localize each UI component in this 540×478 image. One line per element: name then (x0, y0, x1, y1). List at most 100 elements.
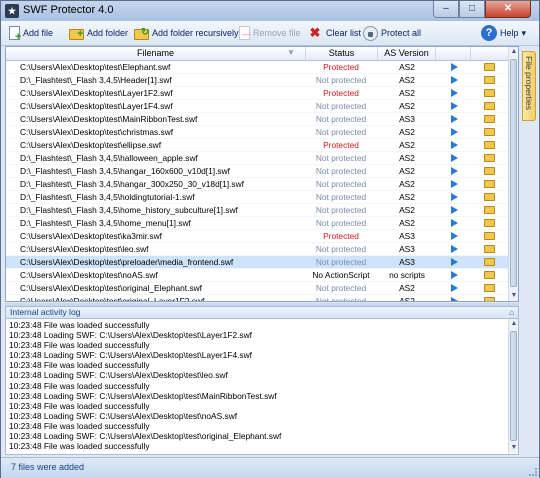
open-folder-icon[interactable] (484, 180, 495, 188)
table-row[interactable]: C:\Users\Alex\Desktop\test\preloader\med… (6, 256, 508, 269)
play-icon[interactable] (451, 245, 458, 253)
open-folder-icon[interactable] (484, 258, 495, 266)
play-icon[interactable] (451, 89, 458, 97)
as-version-cell: AS2 (399, 75, 415, 85)
play-icon[interactable] (451, 102, 458, 110)
table-row[interactable]: C:\Users\Alex\Desktop\test\original_Laye… (6, 295, 508, 301)
protect-all-button[interactable]: Protect all (363, 24, 421, 42)
title-bar[interactable]: ★ SWF Protector 4.0 – □ ✕ (1, 1, 539, 22)
log-scrollbar[interactable]: ▲ ▼ (508, 319, 518, 453)
open-folder-icon[interactable] (484, 115, 495, 123)
open-folder-icon[interactable] (484, 128, 495, 136)
activity-log[interactable]: 10:23:48 File was loaded successfully 10:… (5, 319, 519, 455)
table-row[interactable]: D:\_Flashtest\_Flash 3,4,5\home_menu[1].… (6, 217, 508, 230)
open-folder-icon[interactable] (484, 284, 495, 292)
scroll-up-arrow-icon[interactable]: ▲ (509, 47, 518, 57)
table-row[interactable]: C:\Users\Alex\Desktop\test\noAS.swf No Ac… (6, 269, 508, 282)
add-folder-label: Add folder (87, 28, 129, 38)
play-icon[interactable] (451, 141, 458, 149)
column-header-status[interactable]: Status (306, 47, 378, 60)
open-folder-icon[interactable] (484, 63, 495, 71)
table-row[interactable]: C:\Users\Alex\Desktop\test\Layer1F4.swf N… (6, 100, 508, 113)
open-folder-icon[interactable] (484, 206, 495, 214)
table-row[interactable]: D:\_Flashtest\_Flash 3,4,5\home_history_… (6, 204, 508, 217)
play-icon[interactable] (451, 271, 458, 279)
clear-list-button[interactable]: ✖ Clear list (307, 24, 361, 42)
help-label: Help (500, 28, 519, 38)
filename-cell: D:\_Flashtest\_Flash 3,4,5\home_history_… (20, 205, 238, 215)
table-row[interactable]: C:\Users\Alex\Desktop\test\christmas.swf… (6, 126, 508, 139)
as-version-cell: AS2 (399, 62, 415, 72)
table-row[interactable]: C:\Users\Alex\Desktop\test\Elephant.swf P… (6, 61, 508, 74)
play-icon[interactable] (451, 297, 458, 301)
maximize-button[interactable]: □ (459, 1, 485, 18)
scroll-down-arrow-icon[interactable]: ▼ (509, 291, 518, 301)
play-icon[interactable] (451, 128, 458, 136)
remove-file-button[interactable]: Remove file (239, 24, 301, 42)
status-bar: 7 files were added (1, 457, 539, 478)
play-icon[interactable] (451, 258, 458, 266)
scroll-down-arrow-icon[interactable]: ▼ (509, 443, 518, 453)
open-folder-icon[interactable] (484, 193, 495, 201)
status-cell: Not protected (315, 179, 367, 189)
status-cell: Protected (323, 62, 359, 72)
open-folder-icon[interactable] (484, 141, 495, 149)
open-folder-icon[interactable] (484, 167, 495, 175)
scrollbar-thumb[interactable] (510, 59, 517, 287)
table-row[interactable]: C:\Users\Alex\Desktop\test\MainRibbonTes… (6, 113, 508, 126)
table-row[interactable]: C:\Users\Alex\Desktop\test\leo.swf Not pr… (6, 243, 508, 256)
file-list-scrollbar[interactable]: ▲ ▼ (508, 47, 518, 301)
minimize-button[interactable]: – (433, 1, 459, 18)
log-line: 10:23:48 Loading SWF: C:\Users\Alex\Desk… (9, 370, 228, 381)
open-folder-icon[interactable] (484, 102, 495, 110)
open-folder-icon[interactable] (484, 76, 495, 84)
help-button[interactable]: ? Help ▾ (481, 24, 526, 42)
table-row[interactable]: C:\Users\Alex\Desktop\test\ellipse.swf Pr… (6, 139, 508, 152)
table-row[interactable]: C:\Users\Alex\Desktop\test\Layer1F2.swf P… (6, 87, 508, 100)
table-row[interactable]: D:\_Flashtest\_Flash 3,4,5\holdingtutori… (6, 191, 508, 204)
add-folder-button[interactable]: Add folder (69, 24, 128, 42)
play-icon[interactable] (451, 76, 458, 84)
log-line: 10:23:48 File was loaded successfully (9, 320, 150, 330)
open-folder-icon[interactable] (484, 297, 495, 301)
scroll-up-arrow-icon[interactable]: ▲ (509, 319, 518, 329)
close-button[interactable]: ✕ (485, 1, 531, 18)
file-list-header: Filename ▼ Status AS Version (6, 47, 508, 61)
column-header-filename[interactable]: Filename (6, 47, 306, 60)
play-icon[interactable] (451, 206, 458, 214)
resize-grip-icon[interactable] (529, 468, 537, 476)
add-file-button[interactable]: Add file (7, 24, 54, 43)
file-properties-tab[interactable]: File properties (522, 51, 536, 121)
play-icon[interactable] (451, 232, 458, 240)
file-list[interactable]: Filename ▼ Status AS Version C:\Users\Al… (5, 46, 519, 302)
play-icon[interactable] (451, 219, 458, 227)
play-icon[interactable] (451, 63, 458, 71)
add-folder-recursively-button[interactable]: Add folder recursively (134, 24, 239, 42)
table-row[interactable]: D:\_Flashtest\_Flash 3,4,5\halloween_app… (6, 152, 508, 165)
play-icon[interactable] (451, 284, 458, 292)
table-row[interactable]: C:\Users\Alex\Desktop\test\original_Elep… (6, 282, 508, 295)
table-row[interactable]: D:\_Flashtest\_Flash 3,4,5\hangar_160x60… (6, 165, 508, 178)
play-icon[interactable] (451, 154, 458, 162)
open-folder-icon[interactable] (484, 219, 495, 227)
open-folder-icon[interactable] (484, 154, 495, 162)
table-row[interactable]: D:\_Flashtest\_Flash 3,4,5\hangar_300x25… (6, 178, 508, 191)
column-header-as-version[interactable]: AS Version (378, 47, 436, 60)
pin-icon[interactable]: ⌂ (509, 308, 514, 317)
table-row[interactable]: C:\Users\Alex\Desktop\test\ka3mir.swf Pro… (6, 230, 508, 243)
open-folder-icon[interactable] (484, 271, 495, 279)
open-folder-icon[interactable] (484, 232, 495, 240)
log-line: 10:23:48 File was loaded successfully (9, 420, 150, 431)
play-icon[interactable] (451, 115, 458, 123)
play-icon[interactable] (451, 167, 458, 175)
status-cell: Not protected (315, 192, 367, 202)
play-icon[interactable] (451, 180, 458, 188)
add-file-label: Add file (23, 28, 54, 38)
table-row[interactable]: D:\_Flashtest\_Flash 3,4,5\Header[1].swf… (6, 74, 508, 87)
open-folder-icon[interactable] (484, 89, 495, 97)
open-folder-icon[interactable] (484, 245, 495, 253)
log-line: 10:23:48 File was loaded successfully (9, 400, 150, 411)
as-version-cell: AS2 (399, 179, 415, 189)
scrollbar-thumb[interactable] (510, 331, 517, 441)
play-icon[interactable] (451, 193, 458, 201)
